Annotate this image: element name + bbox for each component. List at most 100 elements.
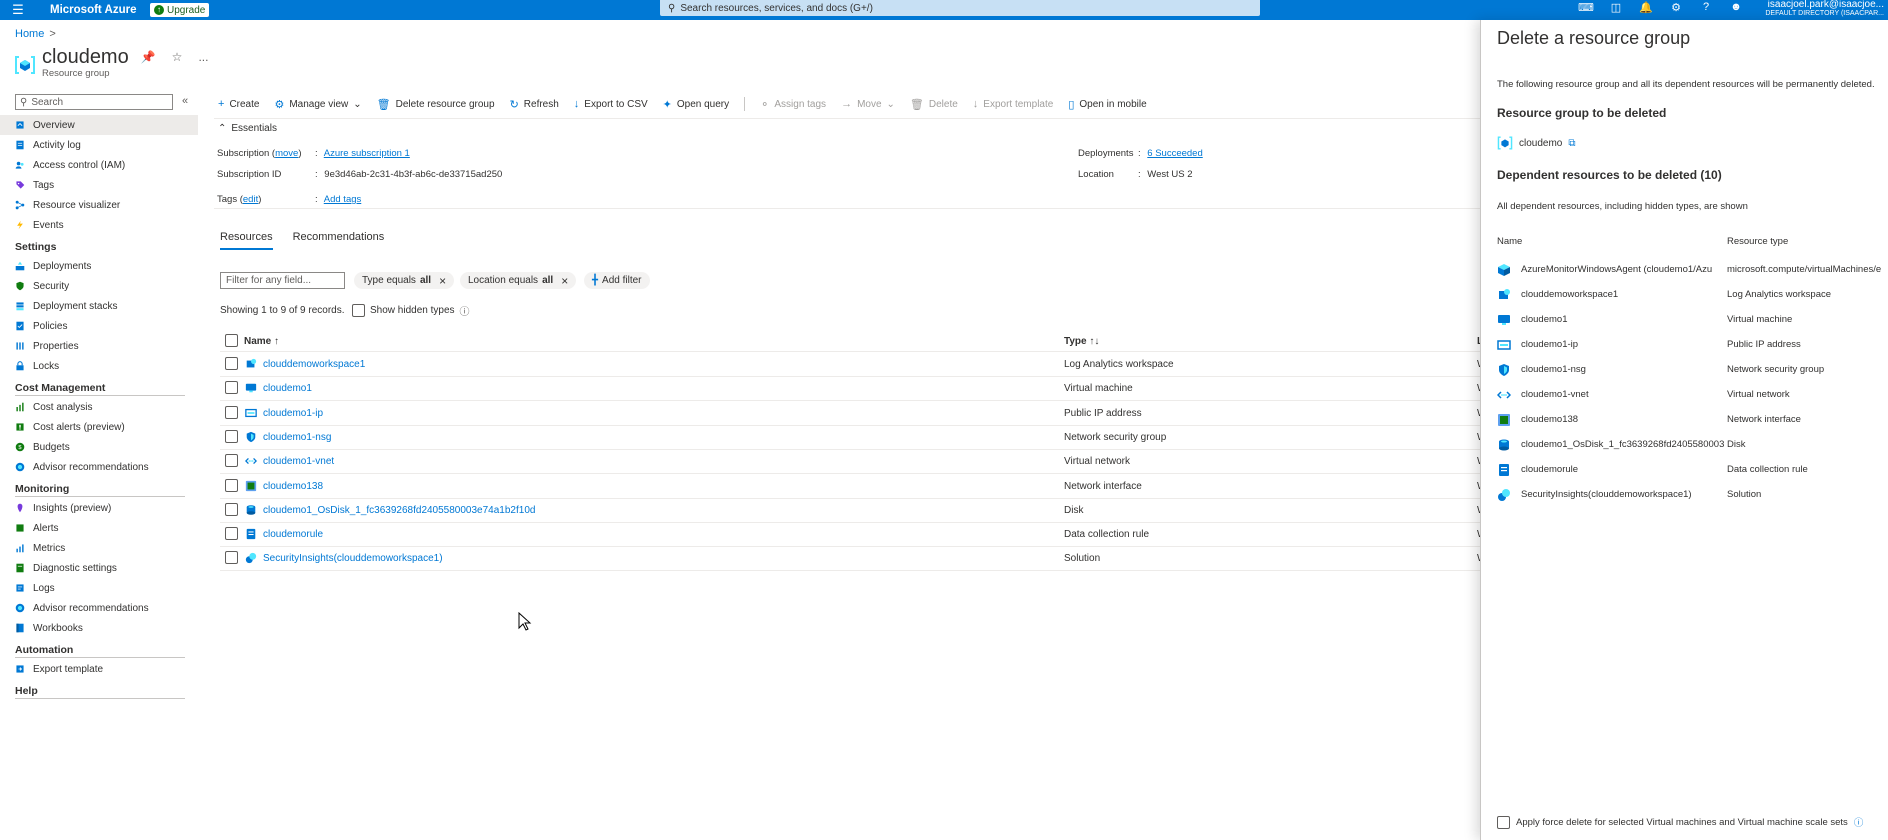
column-type-header[interactable]: Type ↑↓ — [1064, 336, 1099, 347]
nav-item-advisor-recommendations[interactable]: Advisor recommendations — [0, 457, 198, 477]
nav-item-cost-analysis[interactable]: Cost analysis — [0, 397, 198, 417]
row-checkbox[interactable] — [225, 551, 238, 565]
resource-name-link[interactable]: cloudemo1-nsg — [263, 432, 331, 443]
resource-name-link[interactable]: cloudemo1 — [263, 383, 312, 394]
row-checkbox[interactable] — [225, 357, 238, 370]
row-checkbox[interactable] — [225, 502, 238, 516]
open-query-button[interactable]: ✦ Open query — [663, 98, 729, 111]
copy-icon[interactable]: ⧉ — [1568, 138, 1575, 149]
nav-item-deployment-stacks[interactable]: Deployment stacks — [0, 296, 198, 316]
add-tags-link[interactable]: Add tags — [324, 194, 362, 205]
row-checkbox[interactable] — [225, 527, 238, 541]
delete-button[interactable]: 🗑 Delete — [910, 98, 958, 111]
filter-input[interactable]: Filter for any field... — [220, 272, 345, 289]
account-menu[interactable]: isaacjoel.park@isaacjoe... DEFAULT DIREC… — [1765, 0, 1884, 18]
row-checkbox[interactable] — [225, 454, 238, 468]
tab-resources[interactable]: Resources — [220, 231, 273, 250]
nav-item-workbooks[interactable]: Workbooks — [0, 618, 198, 638]
resource-name-link[interactable]: cloudemorule — [263, 529, 323, 540]
dependent-resource-row: clouddemoworkspace1 Log Analytics worksp… — [1481, 283, 1888, 308]
export-template-button[interactable]: ↓ Export template — [973, 98, 1054, 110]
nav-item-security[interactable]: Security — [0, 276, 198, 296]
hamburger-menu-icon[interactable]: ☰ — [0, 2, 36, 18]
force-delete-option[interactable]: Apply force delete for selected Virtual … — [1497, 815, 1863, 829]
azure-brand-link[interactable]: Microsoft Azure — [50, 4, 150, 16]
create-button[interactable]: + Create — [218, 98, 259, 110]
collapse-nav-icon[interactable]: « — [182, 95, 188, 107]
show-hidden-checkbox[interactable] — [352, 304, 365, 317]
nav-item-metrics[interactable]: Metrics — [0, 538, 198, 558]
pin-icon[interactable]: 📌 — [141, 50, 156, 64]
settings-gear-icon[interactable]: ⚙ — [1668, 1, 1684, 14]
directory-filter-icon[interactable]: ◫ — [1608, 1, 1624, 14]
subscription-link[interactable]: Azure subscription 1 — [324, 148, 410, 159]
subscription-move-link[interactable]: move — [275, 148, 298, 159]
nav-search-input[interactable]: ⚲ Search — [15, 94, 173, 110]
close-icon[interactable]: × — [561, 274, 568, 288]
rg-section-heading: Resource group to be deleted — [1497, 106, 1667, 120]
upgrade-button[interactable]: ↑ Upgrade — [150, 3, 210, 17]
help-icon[interactable]: ? — [1698, 1, 1714, 13]
row-checkbox[interactable] — [225, 381, 238, 395]
add-filter-button[interactable]: ╋ Add filter — [584, 272, 650, 289]
solution-icon — [245, 552, 257, 564]
visualizer-icon — [15, 200, 25, 210]
nav-item-alerts[interactable]: Alerts — [0, 518, 198, 538]
more-options-button[interactable]: ... — [198, 50, 208, 64]
nav-item-cost-alerts-preview[interactable]: Cost alerts (preview) — [0, 417, 198, 437]
favorite-star-icon[interactable]: ☆ — [172, 50, 183, 64]
essentials-toggle[interactable]: ⌃ Essentials — [218, 123, 277, 134]
breadcrumb-home[interactable]: Home — [15, 28, 44, 40]
row-checkbox[interactable] — [225, 405, 238, 419]
nav-item-properties[interactable]: Properties — [0, 336, 198, 356]
tab-recommendations[interactable]: Recommendations — [293, 231, 385, 250]
nav-item-resource-visualizer[interactable]: Resource visualizer — [0, 195, 198, 215]
close-icon[interactable]: × — [439, 274, 446, 288]
cloud-shell-icon[interactable]: ⌨ — [1578, 1, 1594, 14]
nav-item-overview[interactable]: Overview — [0, 115, 198, 135]
resource-name-link[interactable]: cloudemo138 — [263, 481, 323, 492]
nav-item-access-control-iam[interactable]: Access control (IAM) — [0, 155, 198, 175]
assign-tags-button[interactable]: ⚬ Assign tags — [760, 98, 826, 111]
nav-item-budgets[interactable]: $ Budgets — [0, 437, 198, 457]
nav-item-insights-preview[interactable]: Insights (preview) — [0, 498, 198, 518]
nav-item-logs[interactable]: Logs — [0, 578, 198, 598]
nav-item-deployments[interactable]: Deployments — [0, 256, 198, 276]
row-checkbox[interactable] — [225, 429, 238, 443]
global-search-input[interactable]: ⚲ Search resources, services, and docs (… — [660, 0, 1260, 16]
export-csv-button[interactable]: ↓ Export to CSV — [574, 98, 648, 110]
delete-resource-group-button[interactable]: 🗑 Delete resource group — [377, 98, 495, 111]
column-name-header[interactable]: Name ↑ — [244, 336, 279, 347]
tags-edit-link[interactable]: edit — [243, 194, 258, 205]
nav-item-locks[interactable]: Locks — [0, 356, 198, 376]
open-in-mobile-button[interactable]: ▯ Open in mobile — [1068, 98, 1146, 111]
resource-type: Network security group — [1064, 431, 1167, 443]
nav-item-tags[interactable]: Tags — [0, 175, 198, 195]
notifications-icon[interactable]: 🔔 — [1638, 1, 1654, 14]
location-filter-pill[interactable]: Location equals all × — [460, 272, 577, 289]
resource-name-link[interactable]: cloudemo1-vnet — [263, 456, 334, 467]
nav-item-events[interactable]: Events — [0, 215, 198, 235]
row-checkbox[interactable] — [225, 478, 238, 492]
select-all-checkbox[interactable] — [225, 334, 238, 347]
resource-name-link[interactable]: cloudemo1-ip — [263, 408, 323, 419]
log-analytics-icon — [245, 358, 257, 370]
nav-item-advisor-recommendations[interactable]: Advisor recommendations — [0, 598, 198, 618]
deployments-link[interactable]: 6 Succeeded — [1147, 148, 1202, 159]
force-delete-checkbox[interactable] — [1497, 815, 1510, 829]
feedback-icon[interactable]: ☻ — [1728, 1, 1744, 13]
show-hidden-types[interactable]: Show hidden types ⓘ — [352, 303, 470, 318]
resource-type: Log Analytics workspace — [1064, 359, 1174, 370]
move-button[interactable]: → Move ⌄ — [841, 98, 895, 110]
resource-name-link[interactable]: cloudemo1_OsDisk_1_fc3639268fd2405580003… — [263, 505, 535, 516]
resource-name-link[interactable]: SecurityInsights(clouddemoworkspace1) — [263, 553, 443, 564]
nav-item-activity-log[interactable]: Activity log — [0, 135, 198, 155]
nav-item-policies[interactable]: Policies — [0, 316, 198, 336]
nav-item-diagnostic-settings[interactable]: Diagnostic settings — [0, 558, 198, 578]
resource-name-link[interactable]: clouddemoworkspace1 — [263, 359, 365, 370]
nav-item-export-template[interactable]: Export template — [0, 659, 198, 679]
mouse-cursor-icon — [518, 612, 532, 631]
manage-view-button[interactable]: ⚙ Manage view ⌄ — [274, 98, 361, 111]
refresh-button[interactable]: ↻ Refresh — [510, 98, 559, 111]
type-filter-pill[interactable]: Type equals all × — [354, 272, 455, 289]
